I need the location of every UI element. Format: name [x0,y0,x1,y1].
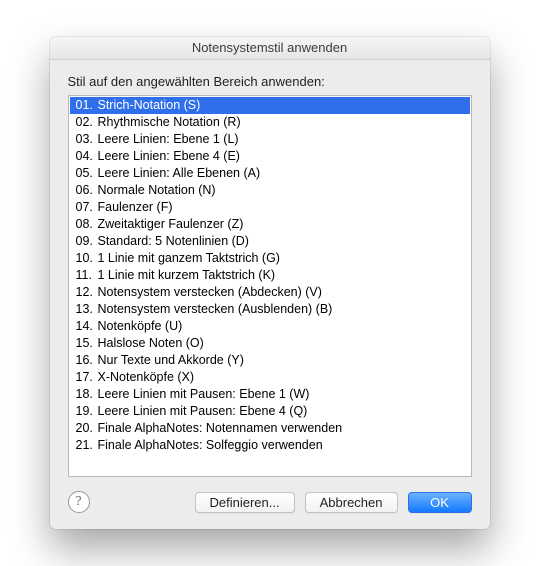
cancel-button[interactable]: Abbrechen [305,492,398,513]
list-item-label: Zweitaktiger Faulenzer (Z) [98,217,244,231]
list-item-label: Standard: 5 Notenlinien (D) [98,234,249,248]
list-item-number: 12. [76,284,98,301]
list-item-label: Notensystem verstecken (Ausblenden) (B) [98,302,333,316]
help-button[interactable]: ? [68,491,90,513]
ok-button[interactable]: OK [408,492,472,513]
list-item[interactable]: 02.Rhythmische Notation (R) [70,114,470,131]
list-item-number: 15. [76,335,98,352]
list-item-label: 1 Linie mit ganzem Taktstrich (G) [98,251,280,265]
list-item[interactable]: 14.Notenköpfe (U) [70,318,470,335]
list-item[interactable]: 16.Nur Texte und Akkorde (Y) [70,352,470,369]
list-item[interactable]: 20.Finale AlphaNotes: Notennamen verwend… [70,420,470,437]
list-item[interactable]: 06.Normale Notation (N) [70,182,470,199]
list-item-number: 07. [76,199,98,216]
list-item-number: 02. [76,114,98,131]
list-item[interactable]: 09.Standard: 5 Notenlinien (D) [70,233,470,250]
list-item[interactable]: 08.Zweitaktiger Faulenzer (Z) [70,216,470,233]
list-item[interactable]: 03.Leere Linien: Ebene 1 (L) [70,131,470,148]
list-item[interactable]: 01.Strich-Notation (S) [70,97,470,114]
list-item-label: Leere Linien: Ebene 4 (E) [98,149,240,163]
list-item-number: 18. [76,386,98,403]
list-item-number: 09. [76,233,98,250]
list-item-number: 20. [76,420,98,437]
list-item[interactable]: 17.X-Notenköpfe (X) [70,369,470,386]
prompt-label: Stil auf den angewählten Bereich anwende… [68,74,472,89]
dialog-content: Stil auf den angewählten Bereich anwende… [50,60,490,529]
list-item-number: 17. [76,369,98,386]
list-item-label: Faulenzer (F) [98,200,173,214]
list-item[interactable]: 15.Halslose Noten (O) [70,335,470,352]
dialog-footer: ? Definieren... Abbrechen OK [68,491,472,513]
list-item[interactable]: 11.1 Linie mit kurzem Taktstrich (K) [70,267,470,284]
list-item-label: Leere Linien: Alle Ebenen (A) [98,166,261,180]
list-item[interactable]: 19.Leere Linien mit Pausen: Ebene 4 (Q) [70,403,470,420]
list-item-label: Leere Linien: Ebene 1 (L) [98,132,239,146]
list-item-number: 11. [76,267,98,284]
window-title: Notensystemstil anwenden [50,37,490,60]
list-item[interactable]: 12.Notensystem verstecken (Abdecken) (V) [70,284,470,301]
list-item[interactable]: 18.Leere Linien mit Pausen: Ebene 1 (W) [70,386,470,403]
list-item-label: Halslose Noten (O) [98,336,204,350]
list-item-label: Finale AlphaNotes: Notennamen verwenden [98,421,343,435]
list-item-number: 10. [76,250,98,267]
list-item-number: 06. [76,182,98,199]
list-item-label: X-Notenköpfe (X) [98,370,195,384]
list-item-number: 08. [76,216,98,233]
list-item-label: Notenköpfe (U) [98,319,183,333]
list-item-number: 21. [76,437,98,454]
list-item[interactable]: 10.1 Linie mit ganzem Taktstrich (G) [70,250,470,267]
list-item-number: 05. [76,165,98,182]
list-item-label: Notensystem verstecken (Abdecken) (V) [98,285,322,299]
list-item-number: 04. [76,148,98,165]
list-item-label: 1 Linie mit kurzem Taktstrich (K) [98,268,276,282]
list-item-number: 16. [76,352,98,369]
list-item-number: 19. [76,403,98,420]
list-item-label: Normale Notation (N) [98,183,216,197]
list-item-label: Nur Texte und Akkorde (Y) [98,353,244,367]
list-item-number: 13. [76,301,98,318]
list-item[interactable]: 05.Leere Linien: Alle Ebenen (A) [70,165,470,182]
list-item-label: Leere Linien mit Pausen: Ebene 1 (W) [98,387,310,401]
list-item-label: Leere Linien mit Pausen: Ebene 4 (Q) [98,404,308,418]
style-listbox[interactable]: 01.Strich-Notation (S)02.Rhythmische Not… [68,95,472,477]
list-item[interactable]: 04.Leere Linien: Ebene 4 (E) [70,148,470,165]
list-item-label: Rhythmische Notation (R) [98,115,241,129]
list-item[interactable]: 21.Finale AlphaNotes: Solfeggio verwende… [70,437,470,454]
list-item-number: 14. [76,318,98,335]
list-item-number: 01. [76,97,98,114]
list-item[interactable]: 07.Faulenzer (F) [70,199,470,216]
list-item[interactable]: 13.Notensystem verstecken (Ausblenden) (… [70,301,470,318]
dialog-window: Notensystemstil anwenden Stil auf den an… [50,37,490,529]
list-item-number: 03. [76,131,98,148]
list-item-label: Strich-Notation (S) [98,98,201,112]
list-item-label: Finale AlphaNotes: Solfeggio verwenden [98,438,323,452]
define-button[interactable]: Definieren... [195,492,295,513]
